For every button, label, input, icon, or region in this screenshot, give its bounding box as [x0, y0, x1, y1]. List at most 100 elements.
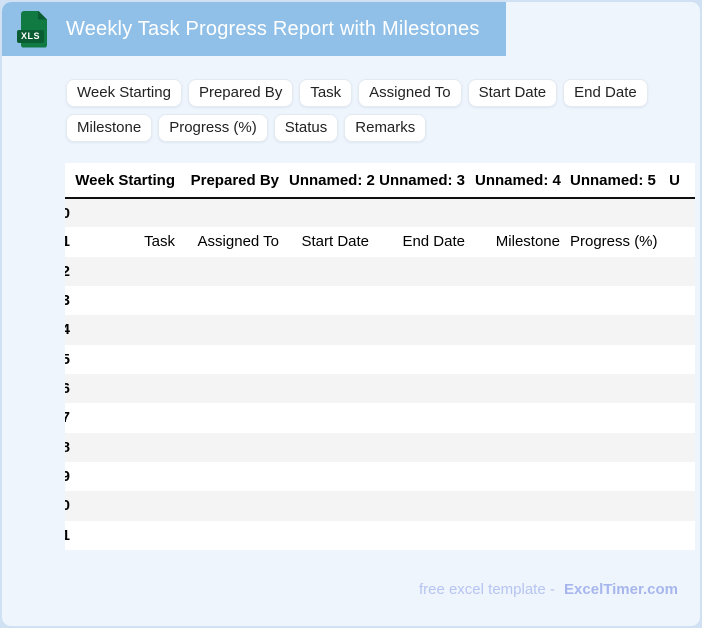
table-cell	[70, 374, 185, 403]
table-cell	[665, 198, 695, 227]
table-cell	[475, 286, 570, 315]
table-cell	[70, 345, 185, 374]
table-row: 5	[65, 345, 695, 374]
table-cell	[665, 286, 695, 315]
table-cell	[70, 286, 185, 315]
table-cell	[665, 315, 695, 344]
table-cell	[570, 491, 665, 520]
table-cell	[289, 433, 379, 462]
table-cell	[185, 521, 289, 550]
table-cell	[185, 462, 289, 491]
table-cell	[289, 374, 379, 403]
table-cell	[289, 462, 379, 491]
column-header: Unnamed: 2	[289, 163, 379, 199]
table-cell	[475, 345, 570, 374]
column-chip-assigned-to[interactable]: Assigned To	[358, 79, 462, 107]
xls-file-fold-corner	[38, 10, 47, 20]
table-cell	[570, 286, 665, 315]
table-cell: Milestone	[495, 233, 560, 251]
table-cell	[185, 491, 289, 520]
table-cell	[570, 433, 665, 462]
column-chip-status[interactable]: Status	[273, 114, 339, 142]
table-cell	[70, 433, 185, 462]
page-card: XLS Weekly Task Progress Report with Mil…	[2, 2, 700, 626]
table-cell	[665, 462, 695, 491]
table-cell	[570, 345, 665, 374]
table-row: 8	[65, 432, 695, 462]
column-header: Unnamed: 5	[570, 163, 665, 199]
table-cell	[665, 491, 695, 520]
table-container: Week Starting Prepared By Unnamed: 2 Unname…	[65, 163, 695, 550]
table-cell	[475, 491, 570, 520]
column-chip-task[interactable]: Task	[299, 79, 353, 107]
xls-file-icon: XLS	[17, 10, 47, 48]
table-cell	[185, 257, 289, 286]
table-cell	[70, 521, 185, 550]
table-cell	[379, 345, 475, 374]
table-cell	[665, 521, 695, 550]
table-cell	[289, 403, 379, 432]
table-cell	[379, 315, 475, 344]
table-cell	[570, 315, 665, 344]
table-cell	[570, 257, 665, 286]
table-cell	[665, 257, 695, 286]
table-cell	[379, 286, 475, 315]
table-cell	[475, 403, 570, 432]
table-cell	[185, 286, 289, 315]
table-cell	[379, 462, 475, 491]
table-cell	[379, 521, 475, 550]
table-row: 2	[65, 256, 695, 286]
table-cell	[289, 491, 379, 520]
table-row: 0	[65, 198, 695, 228]
table-cell	[70, 462, 185, 491]
table-cell	[70, 198, 185, 227]
table-row: 4	[65, 315, 695, 345]
footer-label: free excel template -	[418, 580, 555, 598]
table-row: 6	[65, 373, 695, 404]
table-cell: Progress (%)	[570, 233, 658, 251]
table-cell	[570, 374, 665, 403]
table-cell	[665, 433, 695, 462]
table-row: 9	[65, 462, 695, 491]
table-cell	[570, 521, 665, 550]
table-cell	[185, 198, 289, 227]
table-cell	[570, 198, 665, 227]
table-header-row: Week Starting Prepared By Unnamed: 2 Unname…	[65, 163, 695, 199]
table-row: 7	[65, 403, 695, 432]
table-cell	[475, 433, 570, 462]
table-cell	[289, 198, 379, 227]
table-cell	[289, 315, 379, 344]
column-header: Unnamed: 4	[475, 163, 570, 199]
table-cell	[475, 462, 570, 491]
exceltimer-link[interactable]: ExcelTimer.com	[564, 581, 678, 598]
table-cell	[185, 374, 289, 403]
table-cell	[289, 521, 379, 550]
table-cell	[665, 403, 695, 432]
table-cell: Assigned To	[197, 233, 279, 251]
table-cell	[475, 257, 570, 286]
page-title: Weekly Task Progress Report with Milesto…	[66, 17, 480, 40]
table-cell	[379, 433, 475, 462]
table-cell	[665, 374, 695, 403]
table-cell	[185, 403, 289, 432]
table-cell	[665, 345, 695, 374]
table-row: 10	[65, 491, 695, 521]
data-table: Week Starting Prepared By Unnamed: 2 Unname…	[65, 163, 695, 550]
column-chip-prepared-by[interactable]: Prepared By	[187, 79, 294, 107]
table-cell: End Date	[402, 233, 465, 251]
column-chip-progress[interactable]: Progress (%)	[158, 114, 268, 142]
column-chip-milestone[interactable]: Milestone	[66, 114, 153, 142]
table-cell	[70, 257, 185, 286]
table-cell	[475, 521, 570, 550]
table-cell	[185, 315, 289, 344]
column-chip-remarks[interactable]: Remarks	[344, 114, 427, 142]
column-chip-end-date[interactable]: End Date	[563, 79, 648, 107]
table-cell	[289, 345, 379, 374]
table-row: 11	[65, 521, 695, 550]
table-cell	[379, 403, 475, 432]
column-chip-start-date[interactable]: Start Date	[467, 79, 558, 107]
column-chip-week-starting[interactable]: Week Starting	[66, 79, 182, 107]
header-banner: XLS Weekly Task Progress Report with Mil…	[2, 2, 506, 56]
table-row: 3	[65, 286, 695, 315]
table-row: 1 Task Assigned To Start Date End Date Milest…	[65, 227, 695, 256]
